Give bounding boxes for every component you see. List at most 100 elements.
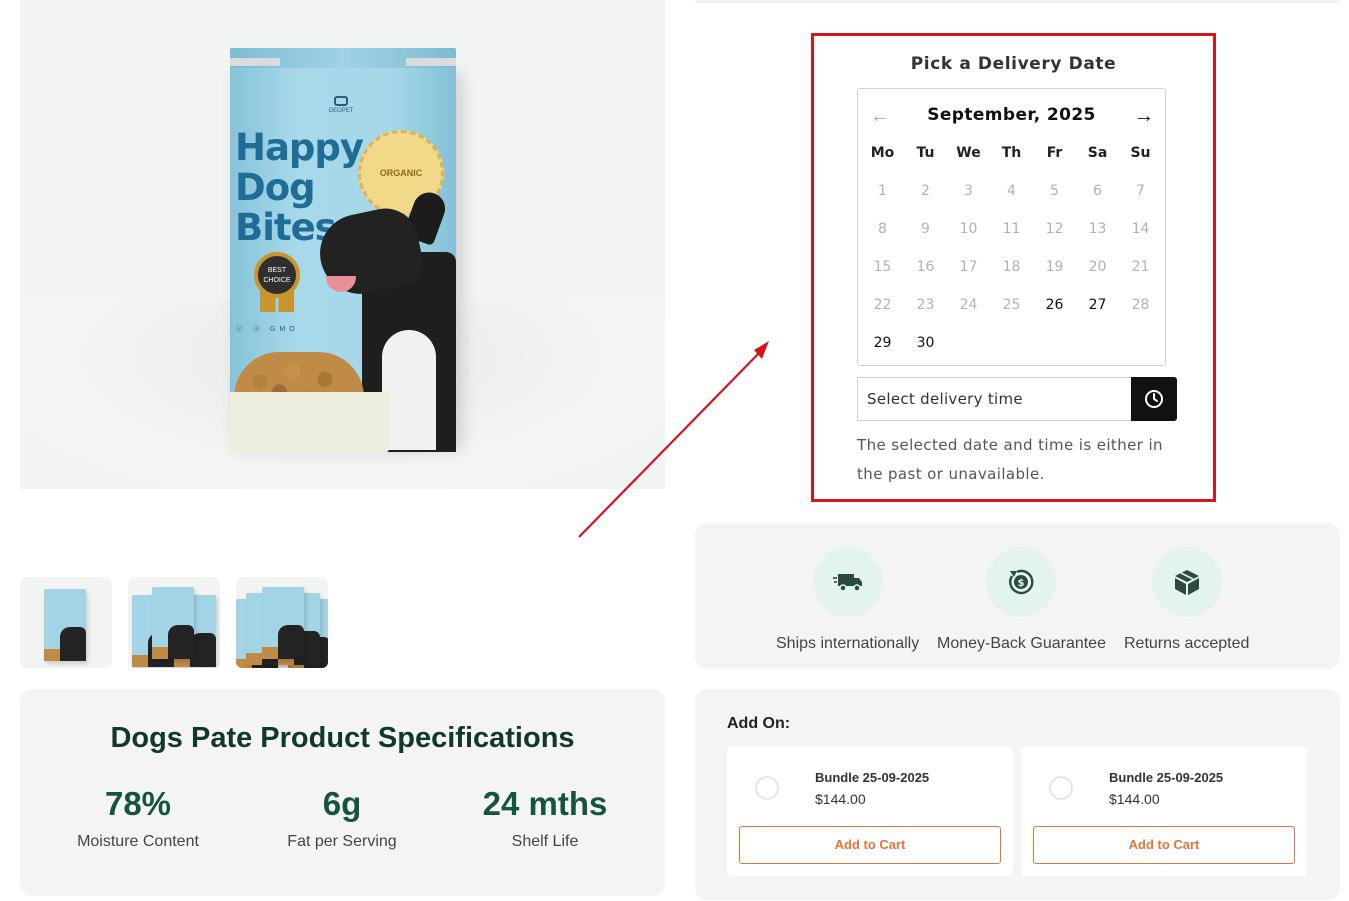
feature-label: Returns accepted [1124,635,1250,652]
add-on-name: Bundle 25-09-2025 [815,770,930,785]
bag-title-line: Dog [235,166,316,209]
thumbnail-five-bags[interactable] [236,577,328,668]
add-on-name: Bundle 25-09-2025 [1109,770,1224,785]
feature-returns-accepted: Returns accepted [1124,547,1249,653]
product-main-image: GEOPET Happy Dog Bites ORGANIC BEST CHOI… [20,0,665,489]
mini-bag-image [152,587,194,659]
calendar-weekday: Fr [1046,145,1063,161]
calendar-day-disabled: 10 [959,221,978,237]
calendar-weekday: Sa [1087,145,1108,161]
spec-value: 78% [104,785,172,822]
calendar-month: September, 2025 [927,105,1096,125]
trust-features: Ships internationally $ Money-Back Guara… [695,523,1340,669]
delivery-date-picker: Pick a Delivery Date September, 2025 ← →… [811,33,1216,502]
thumbnail-single-bag[interactable] [20,577,112,668]
svg-text:$: $ [1018,578,1025,589]
best-choice-badge: BEST CHOICE [254,252,300,298]
food-bowl [230,392,390,454]
spec-value: 6g [322,785,362,822]
calendar-day-disabled: 14 [1131,221,1150,237]
calendar-day-available[interactable]: 27 [1076,297,1119,335]
calendar-day-disabled: 5 [1050,183,1059,199]
feature-icon-circle: $ [986,547,1057,617]
calendar-day-disabled: 11 [1002,221,1021,237]
bag-clip [406,58,456,66]
calendar-weekday: Tu [916,145,935,161]
bag-title-line: Happy [235,126,364,169]
top-divider [695,0,1340,3]
calendar-day-available[interactable]: 26 [1033,297,1076,335]
calendar-day-disabled: 8 [878,221,887,237]
feature-money-back: $ Money-Back Guarantee [937,547,1106,653]
spec-label: Shelf Life [511,833,579,850]
time-picker-button[interactable] [1131,377,1177,421]
delivery-time-row: Select delivery time [857,377,1178,421]
spec-value: 24 mths [482,785,608,822]
calendar-days: 1 2 3 4 5 6 7 8 9 10 11 12 13 14 15 16 17 18 19 20 21 22 23 24 2… [861,183,1162,373]
add-on-price: $144.00 [1109,791,1160,807]
money-back-icon: $ [1009,569,1034,595]
bag-brand: GEOPET [328,108,354,114]
next-month-arrow-icon[interactable]: → [1132,105,1156,129]
placeholder-image-icon [1049,776,1073,800]
specs-title: Dogs Pate Product Specifications [110,722,575,754]
calendar-weekdays: Mo Tu We Th Fr Sa Su [861,145,1162,161]
calendar-day-disabled: 21 [1131,259,1150,275]
add-on-card: Bundle 25-09-2025 $144.00 Add to Cart [727,746,1013,876]
delivery-error-message: The selected date and time is either in … [857,436,1163,483]
calendar-day-disabled: 3 [964,183,973,199]
feature-ships-internationally: Ships internationally [776,547,919,653]
calendar-day-available[interactable]: 29 [861,335,904,373]
calendar-day-disabled: 19 [1045,259,1064,275]
calendar-header: September, 2025 ← → [858,105,1165,129]
calendar-day-disabled: 22 [873,297,892,313]
calendar-day-disabled: 15 [873,259,892,275]
bag-body: GEOPET Happy Dog Bites ORGANIC BEST CHOI… [230,62,456,454]
add-on-card: Bundle 25-09-2025 $144.00 Add to Cart [1021,746,1307,876]
calendar-day-disabled: 9 [921,221,930,237]
spec-moisture: 78% Moisture Content [38,785,238,851]
calendar-day-disabled: 2 [921,183,930,199]
product-specifications: Dogs Pate Product Specifications 78% Moi… [20,689,665,896]
add-on-title: Add On: [727,715,791,732]
calendar-day-disabled: 24 [959,297,978,313]
spec-fat: 6g Fat per Serving [242,785,442,851]
calendar-day-disabled: 4 [1007,183,1016,199]
calendar-weekday: Su [1130,145,1151,161]
calendar-day-available[interactable]: 30 [904,335,947,373]
brand-logo-icon [334,96,348,106]
calendar-day-disabled: 6 [1093,183,1102,199]
delivery-time-input[interactable]: Select delivery time [857,377,1132,421]
calendar-day-disabled: 18 [1002,259,1021,275]
bag-clip [230,58,280,66]
dog-chest [382,330,436,450]
calendar-weekday: Mo [870,145,895,161]
calendar-day-disabled: 1 [878,183,887,199]
prev-month-arrow-icon[interactable]: ← [868,105,892,129]
add-to-cart-button[interactable]: Add to Cart [1033,826,1295,864]
add-to-cart-button[interactable]: Add to Cart [739,826,1001,864]
calendar-day-disabled: 25 [1002,297,1021,313]
bag-certification-badges: ⓥ ⓐ GMO [236,326,299,333]
calendar-weekday: We [956,145,981,161]
calendar-day-disabled: 17 [959,259,978,275]
calendar-weekday: Th [1001,145,1022,161]
calendar-day-disabled: 12 [1045,221,1064,237]
feature-icon-circle [812,547,883,617]
calendar-day-disabled: 16 [916,259,935,275]
box-icon [1174,570,1199,595]
calendar-day-disabled: 28 [1131,297,1150,313]
truck-icon [832,574,862,592]
dog-food-bag: GEOPET Happy Dog Bites ORGANIC BEST CHOI… [230,48,456,454]
add-on-price: $144.00 [815,791,866,807]
calendar-day-disabled: 23 [916,297,935,313]
mini-bag-image [262,587,304,659]
mini-bag-image [44,589,86,661]
calendar-day-disabled: 20 [1088,259,1107,275]
feature-icon-circle [1151,547,1222,617]
delivery-title: Pick a Delivery Date [910,54,1117,74]
add-on-section: Add On: Bundle 25-09-2025 $144.00 Add to… [695,689,1340,900]
spec-label: Moisture Content [77,833,199,850]
thumbnail-three-bags[interactable] [128,577,220,668]
spec-shelf-life: 24 mths Shelf Life [445,785,645,851]
